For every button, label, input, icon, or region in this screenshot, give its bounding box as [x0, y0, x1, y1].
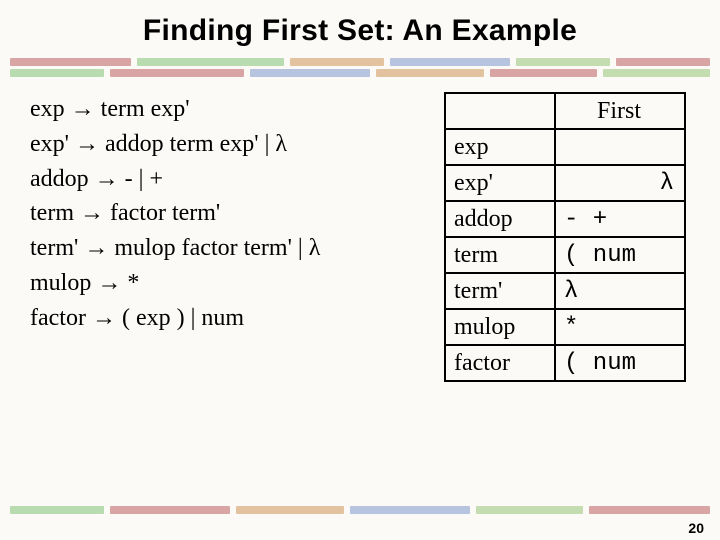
slide: Finding First Set: An Example exp → term…: [0, 0, 720, 540]
table-row: exp: [445, 129, 685, 165]
lhs: exp': [30, 131, 69, 157]
nonterminal-cell: term': [445, 273, 555, 309]
table-header-first: First: [555, 93, 685, 129]
rhs: ( exp ) | num: [122, 305, 244, 331]
first-set-cell: *: [555, 309, 685, 345]
grammar-line: exp → term exp': [30, 92, 374, 127]
lhs: addop: [30, 166, 89, 192]
first-set-cell: [555, 129, 685, 165]
table-row: term' λ: [445, 273, 685, 309]
lhs: mulop: [30, 270, 91, 296]
lhs: term': [30, 235, 78, 261]
table-row: exp' λ: [445, 165, 685, 201]
table-row: mulop *: [445, 309, 685, 345]
first-set-cell: ( num: [555, 237, 685, 273]
grammar-line: term → factor term': [30, 196, 374, 231]
table-row: term ( num: [445, 237, 685, 273]
first-set-cell: - +: [555, 201, 685, 237]
grammar-line: term' → mulop factor term' | λ: [30, 231, 374, 266]
grammar-rules: exp → term exp' exp' → addop term exp' |…: [30, 92, 374, 490]
table-row: factor ( num: [445, 345, 685, 381]
first-set-table: First exp exp' λ addop - + term ( num: [444, 92, 686, 382]
arrow-icon: →: [75, 131, 99, 157]
table-row: addop - +: [445, 201, 685, 237]
arrow-icon: →: [71, 96, 95, 122]
grammar-line: addop → - | +: [30, 162, 374, 197]
table-header-blank: [445, 93, 555, 129]
rhs: addop term exp' | λ: [105, 131, 287, 157]
arrow-icon: →: [80, 200, 104, 226]
nonterminal-cell: exp: [445, 129, 555, 165]
rhs: factor term': [110, 200, 220, 226]
arrow-icon: →: [92, 305, 116, 331]
nonterminal-cell: term: [445, 237, 555, 273]
decorative-stripes-top: [10, 58, 710, 78]
nonterminal-cell: addop: [445, 201, 555, 237]
first-set-cell: λ: [555, 273, 685, 309]
arrow-icon: →: [97, 270, 121, 296]
table-header-row: First: [445, 93, 685, 129]
decorative-stripes-bottom: [10, 506, 710, 516]
lhs: exp: [30, 96, 65, 122]
grammar-line: mulop → *: [30, 266, 374, 301]
grammar-line: exp' → addop term exp' | λ: [30, 127, 374, 162]
arrow-icon: →: [95, 166, 119, 192]
lhs: term: [30, 200, 74, 226]
nonterminal-cell: factor: [445, 345, 555, 381]
first-set-cell: ( num: [555, 345, 685, 381]
nonterminal-cell: mulop: [445, 309, 555, 345]
content-area: exp → term exp' exp' → addop term exp' |…: [30, 92, 690, 490]
rhs: *: [127, 270, 139, 296]
grammar-line: factor → ( exp ) | num: [30, 301, 374, 336]
slide-title: Finding First Set: An Example: [0, 0, 720, 52]
page-number: 20: [688, 520, 704, 536]
rhs: - | +: [125, 166, 163, 192]
first-set-cell: λ: [555, 165, 685, 201]
lhs: factor: [30, 305, 86, 331]
arrow-icon: →: [84, 235, 108, 261]
first-set-table-wrap: First exp exp' λ addop - + term ( num: [374, 92, 690, 490]
rhs: mulop factor term' | λ: [114, 235, 320, 261]
rhs: term exp': [101, 96, 190, 122]
nonterminal-cell: exp': [445, 165, 555, 201]
